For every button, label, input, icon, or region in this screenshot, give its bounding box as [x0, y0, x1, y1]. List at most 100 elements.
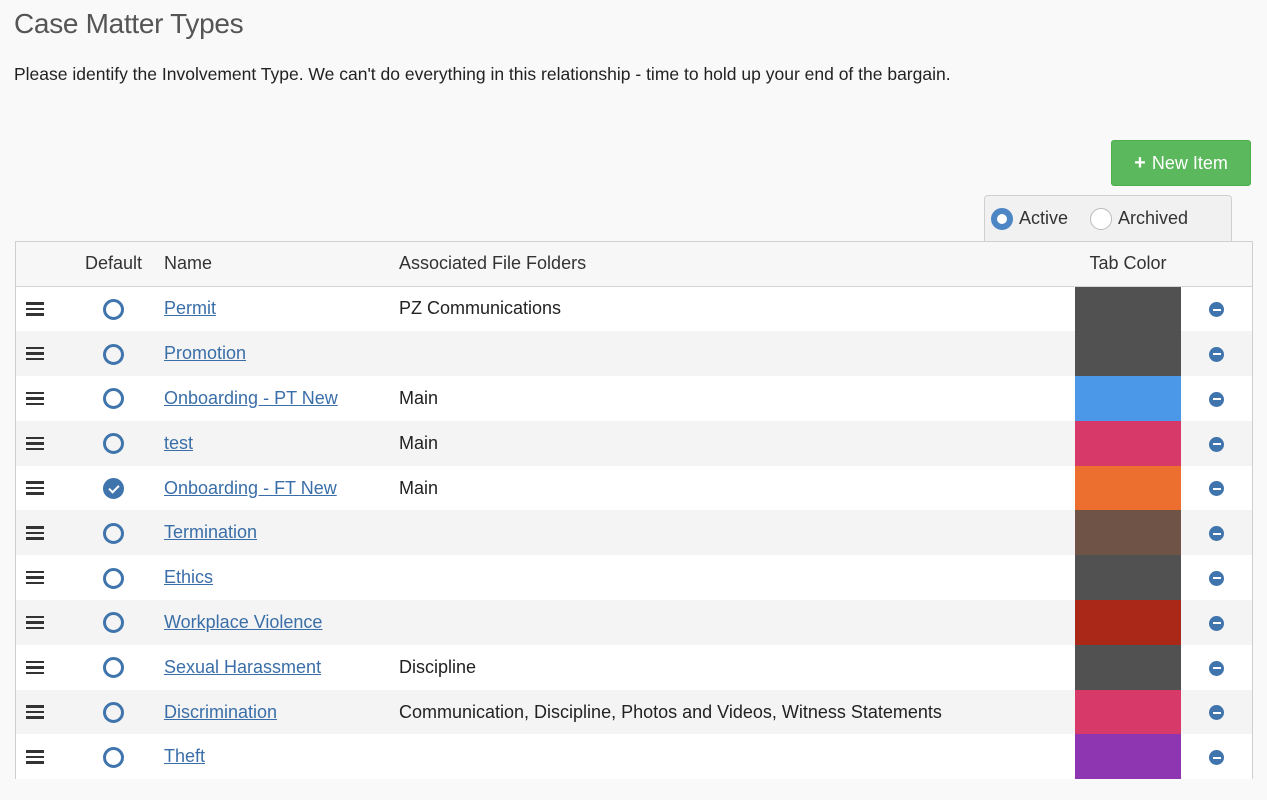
archived-radio[interactable]: [1090, 207, 1113, 230]
filter-archived-option[interactable]: Archived: [1090, 207, 1188, 230]
matter-types-table-panel: Default Name Associated File Folders Tab…: [15, 241, 1253, 780]
case-matter-types-page: Case Matter Types Please identify the In…: [0, 0, 1267, 800]
matter-type-link[interactable]: Permit: [164, 298, 216, 318]
default-cell: [63, 510, 164, 555]
tab-color-swatch[interactable]: [1075, 734, 1181, 780]
tab-color-cell: [1075, 555, 1181, 601]
minus-circle-icon[interactable]: [1209, 391, 1224, 407]
matter-type-link[interactable]: Onboarding - FT New: [164, 478, 337, 498]
tab-color-swatch[interactable]: [1075, 689, 1181, 735]
tab-color-swatch[interactable]: [1075, 331, 1181, 377]
minus-circle-icon[interactable]: [1209, 436, 1224, 452]
drag-cell: [16, 376, 63, 421]
plus-icon: +: [1134, 152, 1146, 174]
folders-text: PZ Communications: [399, 298, 562, 319]
minus-circle-icon[interactable]: [1209, 705, 1224, 721]
drag-handle-icon[interactable]: [26, 570, 44, 585]
matter-type-link[interactable]: Sexual Harassment: [164, 657, 321, 677]
status-filter: Active Archived: [984, 195, 1232, 241]
tab-color-swatch[interactable]: [1075, 420, 1181, 466]
matter-type-link[interactable]: Ethics: [164, 567, 213, 587]
name-cell: Promotion: [164, 331, 399, 376]
minus-circle-icon[interactable]: [1209, 302, 1224, 318]
remove-cell: [1181, 510, 1252, 555]
radio-empty-icon[interactable]: [103, 522, 124, 544]
tab-color-cell: [1075, 465, 1181, 511]
minus-circle-icon[interactable]: [1209, 346, 1224, 362]
remove-cell: [1181, 376, 1252, 421]
minus-circle-icon[interactable]: [1209, 526, 1224, 542]
drag-handle-icon[interactable]: [26, 705, 44, 719]
tab-color-swatch[interactable]: [1075, 555, 1181, 601]
drag-handle-icon[interactable]: [26, 615, 44, 630]
radio-empty-icon[interactable]: [103, 701, 124, 723]
drag-handle-icon[interactable]: [26, 436, 44, 451]
folders-cell: Communication, Discipline, Photos and Vi…: [399, 690, 1075, 735]
default-cell: [63, 734, 164, 779]
matter-type-link[interactable]: test: [164, 433, 193, 453]
drag-handle-icon[interactable]: [26, 526, 44, 540]
radio-empty-icon[interactable]: [103, 612, 124, 634]
folders-cell: [399, 331, 1075, 376]
minus-circle-icon[interactable]: [1209, 750, 1224, 766]
table-row: Onboarding - FT New Main: [16, 465, 1252, 511]
name-cell: Theft: [164, 734, 399, 779]
new-item-button[interactable]: + New Item: [1111, 140, 1251, 186]
check-circle-icon[interactable]: [103, 477, 124, 499]
tab-color-swatch[interactable]: [1075, 376, 1181, 421]
table-row: Ethics: [16, 555, 1252, 601]
default-cell: [63, 286, 164, 331]
header-tab-color: Tab Color: [1089, 253, 1167, 274]
tab-color-swatch[interactable]: [1075, 465, 1181, 511]
radio-empty-icon[interactable]: [103, 657, 124, 679]
drag-handle-icon[interactable]: [26, 302, 44, 316]
filter-active-option[interactable]: Active: [991, 207, 1068, 230]
radio-empty-icon[interactable]: [103, 343, 124, 365]
matter-type-link[interactable]: Onboarding - PT New: [164, 388, 338, 408]
drag-cell: [16, 555, 63, 600]
matter-type-link[interactable]: Termination: [164, 522, 257, 542]
drag-cell: [16, 466, 63, 511]
drag-handle-icon[interactable]: [26, 346, 44, 361]
radio-empty-icon[interactable]: [103, 567, 124, 589]
remove-cell: [1181, 331, 1252, 376]
active-radio[interactable]: [991, 207, 1013, 230]
radio-empty-icon[interactable]: [103, 746, 124, 768]
drag-handle-icon[interactable]: [26, 750, 44, 764]
radio-empty-icon[interactable]: [103, 433, 124, 455]
drag-cell: [16, 690, 63, 735]
default-cell: [63, 690, 164, 735]
table-row: Discrimination Communication, Discipline,…: [16, 689, 1252, 735]
matter-type-link[interactable]: Theft: [164, 746, 205, 766]
drag-handle-icon[interactable]: [26, 481, 44, 495]
tab-color-swatch[interactable]: [1075, 286, 1181, 332]
matter-type-link[interactable]: Discrimination: [164, 702, 277, 722]
matter-type-link[interactable]: Workplace Violence: [164, 612, 322, 632]
name-cell: Ethics: [164, 555, 399, 600]
radio-empty-icon[interactable]: [103, 298, 124, 320]
remove-cell: [1181, 645, 1252, 690]
remove-cell: [1181, 600, 1252, 645]
folders-cell: [399, 600, 1075, 645]
minus-circle-icon[interactable]: [1209, 481, 1224, 497]
minus-circle-icon[interactable]: [1209, 615, 1224, 631]
minus-circle-icon[interactable]: [1209, 660, 1224, 676]
tab-color-cell: [1075, 734, 1181, 780]
folders-cell: [399, 555, 1075, 600]
remove-cell: [1181, 286, 1252, 331]
tab-color-swatch[interactable]: [1075, 644, 1181, 690]
drag-handle-icon[interactable]: [26, 391, 44, 406]
folders-cell: Discipline: [399, 645, 1075, 690]
drag-cell: [16, 286, 63, 331]
matter-type-link[interactable]: Promotion: [164, 343, 246, 363]
matter-types-table: Default Name Associated File Folders Tab…: [16, 242, 1252, 780]
folders-cell: PZ Communications: [399, 286, 1075, 331]
remove-cell: [1181, 421, 1252, 466]
folders-text: Main: [399, 432, 439, 453]
tab-color-swatch[interactable]: [1075, 600, 1181, 645]
tab-color-swatch[interactable]: [1075, 510, 1181, 556]
drag-handle-icon[interactable]: [26, 660, 44, 675]
radio-empty-icon[interactable]: [103, 388, 124, 410]
default-cell: [63, 600, 164, 645]
minus-circle-icon[interactable]: [1209, 570, 1224, 586]
